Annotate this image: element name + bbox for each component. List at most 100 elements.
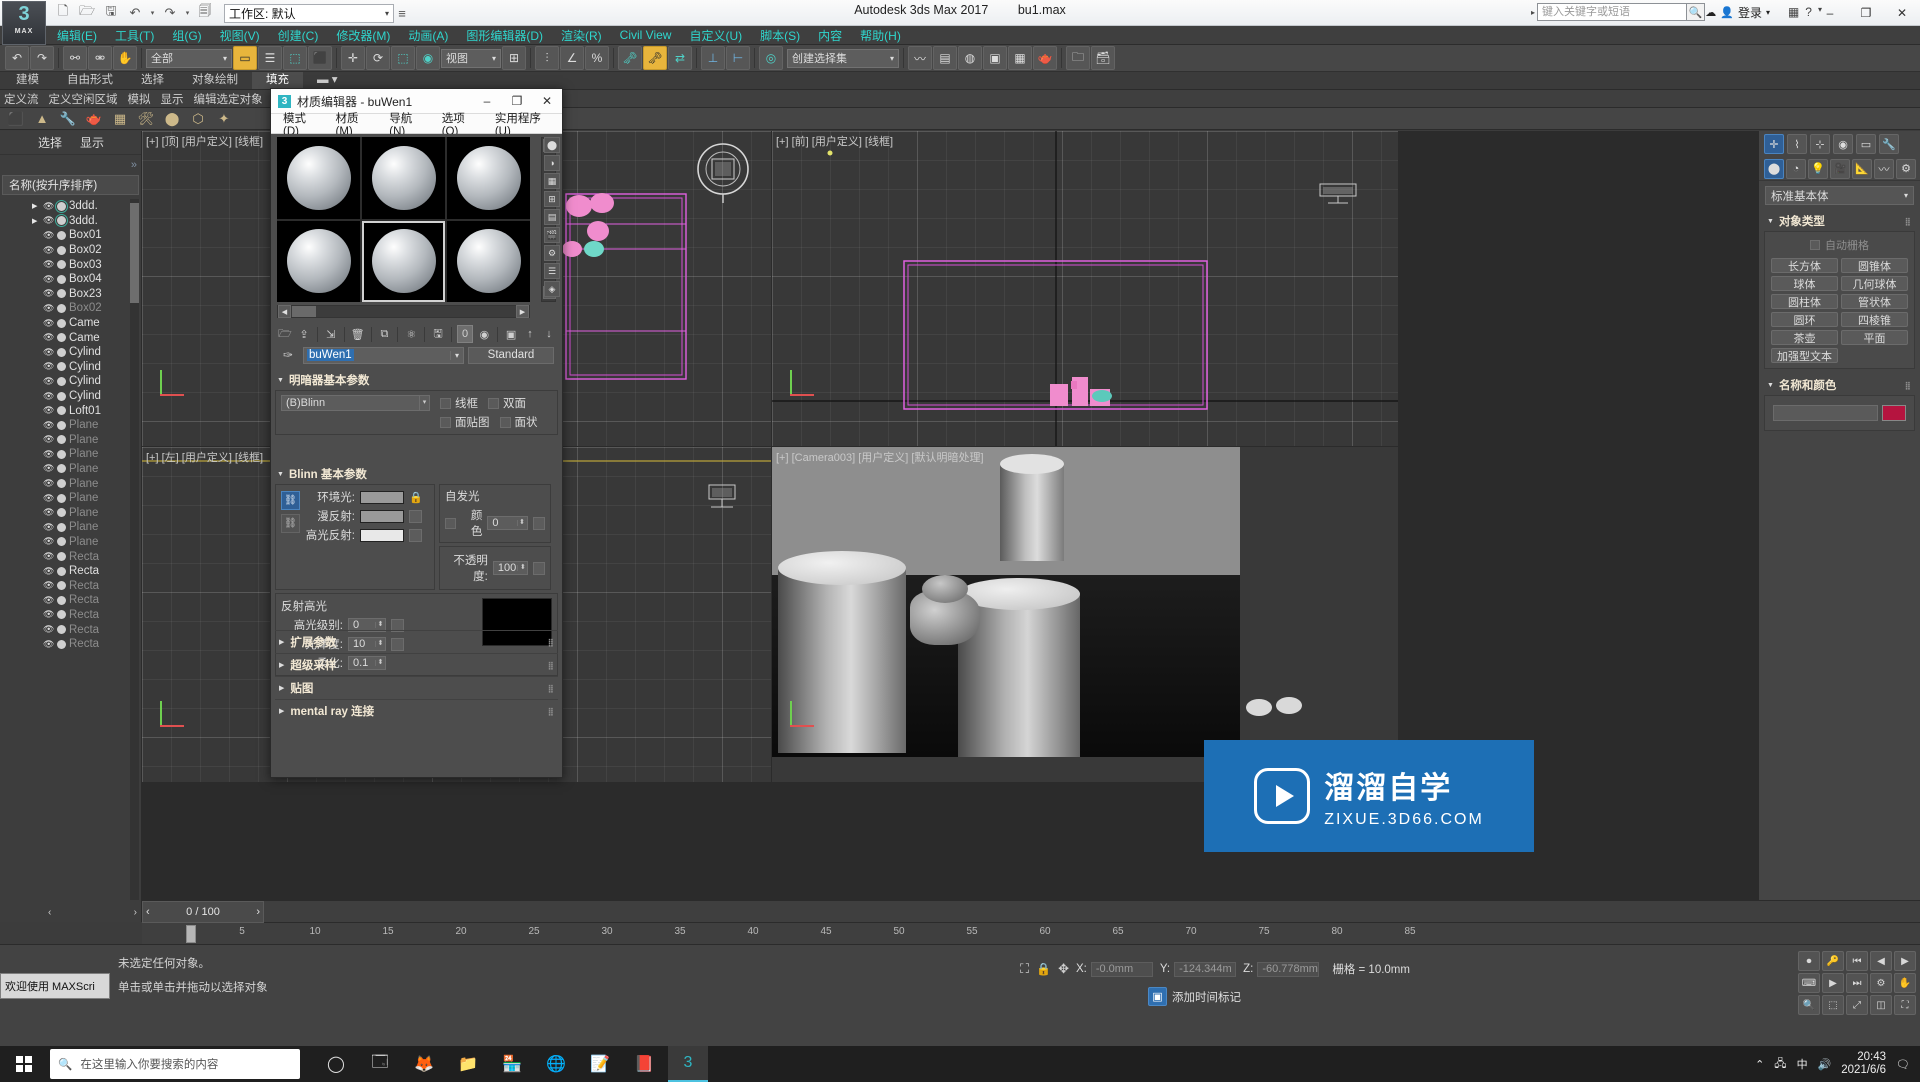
scroll-right-icon[interactable]: › xyxy=(134,907,137,918)
slot-scroll-left-icon[interactable]: ◀ xyxy=(278,305,291,318)
shader-dropdown[interactable]: (B)Blinn ▾ xyxy=(281,395,430,411)
visibility-icon[interactable]: 👁 xyxy=(43,522,54,533)
check-faceted[interactable]: 面状 xyxy=(499,414,538,430)
tab-hierarchy[interactable]: ⊹ xyxy=(1810,134,1830,154)
twosided-checkbox[interactable] xyxy=(488,397,499,409)
list-item[interactable]: 👁 Recta xyxy=(30,564,129,579)
slot-scroll-right-icon[interactable]: ▶ xyxy=(516,305,529,318)
menu-item-12[interactable]: 内容 xyxy=(809,26,851,45)
ambient-diffuse-lock-button[interactable]: ⛓ xyxy=(281,491,300,510)
prev-frame-button[interactable]: ◀ xyxy=(1870,951,1892,971)
menu-item-9[interactable]: Civil View xyxy=(611,27,681,43)
bind-space-warp-icon[interactable]: ✋ xyxy=(113,46,137,70)
selection-lock-icon[interactable]: ⛶ xyxy=(1020,961,1029,977)
visibility-icon[interactable]: 👁 xyxy=(43,639,54,650)
layer-manager-icon[interactable]: ◎ xyxy=(759,46,783,70)
coord-y-input[interactable]: -124.344m xyxy=(1174,961,1237,977)
specular-map-button[interactable] xyxy=(409,528,422,542)
menu-item-6[interactable]: 动画(A) xyxy=(399,26,457,45)
object-type-button-7[interactable]: 四棱锥 xyxy=(1841,312,1908,327)
signin-area[interactable]: ☁ 👤 登录 ▾ xyxy=(1705,4,1770,21)
visibility-icon[interactable]: 👁 xyxy=(43,624,54,635)
select-link-icon[interactable]: ⚯ xyxy=(63,46,87,70)
visibility-icon[interactable]: 👁 xyxy=(43,536,54,547)
expand-icon[interactable]: ▶ xyxy=(32,202,40,210)
material-editor-icon[interactable]: ◍ xyxy=(958,46,982,70)
put-material-to-scene-icon[interactable]: ⇪ xyxy=(296,325,312,343)
zoom-all-button[interactable]: ⬚ xyxy=(1822,995,1844,1015)
visibility-icon[interactable]: 👁 xyxy=(43,215,54,226)
get-material-icon[interactable]: 🗁 xyxy=(277,325,293,343)
ribbon-sub-4[interactable]: 编辑选定对象 xyxy=(194,91,263,107)
show-shaded-material-icon[interactable]: ◉ xyxy=(476,325,492,343)
list-item[interactable]: 👁 Cylind xyxy=(30,360,129,375)
time-config-button[interactable]: ⚙ xyxy=(1870,973,1892,993)
pan-view-button[interactable]: ✋ xyxy=(1894,973,1916,993)
material-editor-dialog[interactable]: 3 材质编辑器 - buWen1 – ❐ ✕ 模式(D) 材质(M) 导航(N) 选项… xyxy=(270,88,563,778)
diffuse-map-button[interactable] xyxy=(409,509,422,523)
ribbon-sub-3[interactable]: 显示 xyxy=(161,91,184,107)
visibility-icon[interactable]: 👁 xyxy=(43,580,54,591)
opacity-value[interactable]: 100 ⬍ xyxy=(492,561,529,575)
list-item[interactable]: 👁 Plane xyxy=(30,491,129,506)
max-app-logo[interactable]: 3 MAX xyxy=(2,1,46,45)
cortana-icon[interactable]: ◯ xyxy=(316,1046,356,1082)
list-item[interactable]: 👁 Plane xyxy=(30,476,129,491)
rectangular-region-icon[interactable]: ⬚ xyxy=(283,46,307,70)
placement-icon[interactable]: ◉ xyxy=(416,46,440,70)
list-item[interactable]: 👁 Box02 xyxy=(30,243,129,258)
list-item[interactable]: 👁 Loft01 xyxy=(30,403,129,418)
material-id-counter[interactable]: 0 xyxy=(456,325,474,343)
list-item[interactable]: 👁 Came xyxy=(30,330,129,345)
spinner-icon[interactable]: ⬍ xyxy=(516,519,527,526)
auto-key-button[interactable]: ⏺ xyxy=(1798,951,1820,971)
assign-material-to-selection-icon[interactable]: ⇲ xyxy=(323,325,339,343)
show-end-result-icon[interactable]: ▣ xyxy=(503,325,519,343)
ribbon-sub-2[interactable]: 模拟 xyxy=(128,91,151,107)
hscroll-thumb[interactable] xyxy=(292,306,316,317)
coord-y[interactable]: Y: -124.344m xyxy=(1160,961,1237,977)
object-type-button-2[interactable]: 球体 xyxy=(1771,276,1838,291)
object-type-button-1[interactable]: 圆锥体 xyxy=(1841,258,1908,273)
menu-item-3[interactable]: 视图(V) xyxy=(211,26,269,45)
menu-item-11[interactable]: 脚本(S) xyxy=(751,26,809,45)
visibility-icon[interactable]: 👁 xyxy=(43,361,54,372)
list-item[interactable]: 👁 Plane xyxy=(30,418,129,433)
ribbon-teapot-icon[interactable]: 🫖 xyxy=(84,110,104,128)
reference-coord-combo[interactable]: 视图 ▾ xyxy=(441,48,501,68)
list-item[interactable]: ▶ 👁 3ddd. xyxy=(30,214,129,229)
ribbon-cone-icon[interactable]: ▲ xyxy=(32,110,52,128)
options-icon[interactable]: ⚙ xyxy=(544,245,560,261)
search-expand-icon[interactable]: ▸ xyxy=(1531,8,1535,17)
select-object-icon[interactable]: ▭ xyxy=(233,46,257,70)
object-type-button-6[interactable]: 圆环 xyxy=(1771,312,1838,327)
visibility-icon[interactable]: 👁 xyxy=(43,478,54,489)
list-item[interactable]: 👁 Cylind xyxy=(30,389,129,404)
search-input[interactable]: 键入关键字或短语 xyxy=(1537,3,1687,21)
diffuse-specular-lock-button[interactable]: ⛓ xyxy=(281,514,300,533)
menu-item-8[interactable]: 渲染(R) xyxy=(552,26,611,45)
make-preview-icon[interactable]: 🎬 xyxy=(544,227,560,243)
percent-snap-icon[interactable]: % xyxy=(585,46,609,70)
ribbon-dropdown-icon[interactable]: ▬ ▾ xyxy=(303,72,352,89)
tab-create[interactable]: ✛ xyxy=(1764,134,1784,154)
scroll-left-icon[interactable]: ‹ xyxy=(48,907,51,918)
visibility-icon[interactable]: 👁 xyxy=(43,405,54,416)
menu-item-13[interactable]: 帮助(H) xyxy=(851,26,910,45)
list-item[interactable]: 👁 Recta xyxy=(30,549,129,564)
object-type-button-4[interactable]: 圆柱体 xyxy=(1771,294,1838,309)
rollout-collapsed-2[interactable]: ▶ 贴图 ⣿ xyxy=(275,676,558,699)
grid-icon[interactable]: ▦ xyxy=(1788,5,1799,19)
visibility-icon[interactable]: 👁 xyxy=(43,434,54,445)
category-shapes-icon[interactable]: ◔ xyxy=(1786,158,1806,179)
visibility-icon[interactable]: 👁 xyxy=(43,376,54,387)
list-item[interactable]: 👁 Box03 xyxy=(30,257,129,272)
ribbon-vertex-icon[interactable]: ✦ xyxy=(214,110,234,128)
ribbon-sub-1[interactable]: 定义空闲区域 xyxy=(49,91,118,107)
category-lights-icon[interactable]: 💡 xyxy=(1808,158,1828,179)
tab-display[interactable]: ▭ xyxy=(1856,134,1876,154)
visibility-icon[interactable]: 👁 xyxy=(43,230,54,241)
visibility-icon[interactable]: 👁 xyxy=(43,332,54,343)
self-illum-value[interactable]: 0 ⬍ xyxy=(487,516,528,530)
maximize-viewport-button[interactable]: ⛶ xyxy=(1894,995,1916,1015)
